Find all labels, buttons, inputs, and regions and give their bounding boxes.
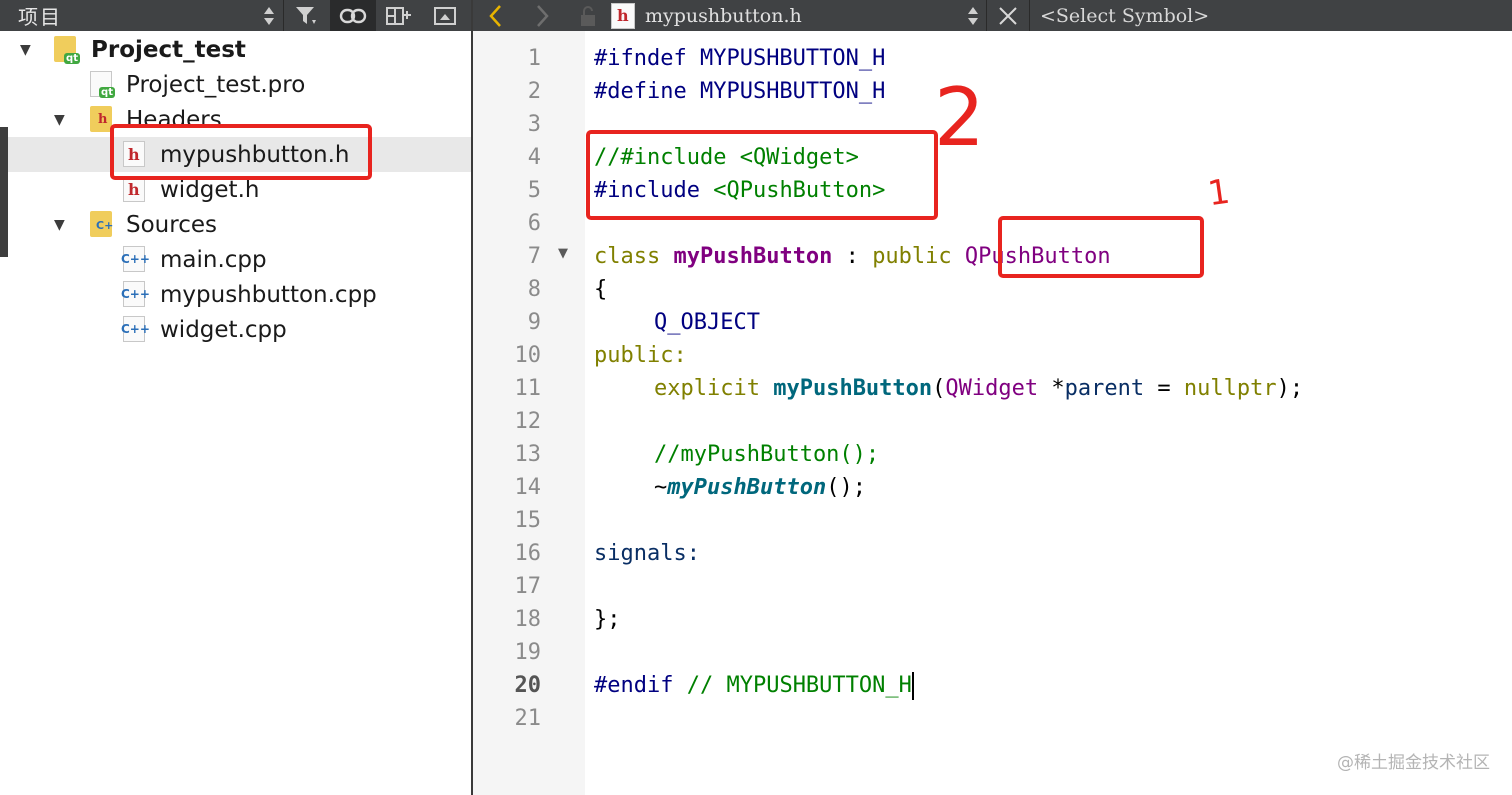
code-line: #ifndef MYPUSHBUTTON_H — [594, 46, 886, 71]
line-number: 21 — [514, 706, 542, 731]
filter-icon[interactable] — [284, 0, 330, 31]
line-number: 13 — [514, 442, 542, 467]
line-number: 7 — [527, 244, 541, 269]
close-document-icon[interactable] — [987, 0, 1029, 31]
lock-icon — [565, 0, 611, 31]
header-file-icon: h — [611, 2, 635, 29]
line-number: 17 — [514, 574, 542, 599]
line-number: 18 — [514, 607, 542, 632]
line-number: 9 — [527, 310, 541, 335]
line-number: 6 — [527, 211, 541, 236]
tree-item-label: mypushbutton.cpp — [160, 281, 377, 308]
line-number: 11 — [514, 376, 542, 401]
line-number: 5 — [527, 178, 541, 203]
cpp-file-icon: C++ — [121, 281, 150, 307]
annotation-box-base-class — [998, 216, 1204, 278]
tree-item-label: Project_test — [91, 36, 246, 63]
code-line: { — [594, 277, 608, 302]
close-split-icon[interactable] — [422, 0, 468, 31]
expand-caret-icon[interactable]: ▼ — [20, 42, 31, 58]
tree-item-pro-file[interactable]: qt Project_test.pro — [8, 67, 471, 102]
tree-scrollbar[interactable] — [0, 127, 8, 257]
tree-item-label: Sources — [126, 211, 217, 238]
line-number: 19 — [514, 640, 542, 665]
line-number: 12 — [514, 409, 542, 434]
line-number: 1 — [527, 46, 541, 71]
tree-item-label: Project_test.pro — [126, 71, 306, 98]
expand-caret-icon[interactable]: ▼ — [54, 217, 65, 233]
line-number: 15 — [514, 508, 542, 533]
line-number: 14 — [514, 475, 542, 500]
line-number: 3 — [527, 112, 541, 137]
expand-caret-icon[interactable]: ▼ — [54, 112, 65, 128]
pro-file-icon: qt — [90, 71, 115, 98]
project-panel-title: 项目 — [18, 5, 62, 29]
tree-item-label: widget.cpp — [160, 316, 287, 343]
go-forward-icon[interactable] — [519, 0, 565, 31]
current-file-name: mypushbutton.h — [645, 4, 802, 27]
tree-item-main-cpp[interactable]: C++ main.cpp — [8, 242, 471, 277]
open-documents-updown-icon[interactable] — [960, 5, 986, 27]
line-number: 2 — [527, 79, 541, 104]
link-with-editor-icon[interactable] — [330, 0, 376, 31]
tree-item-widget-cpp[interactable]: C++ widget.cpp — [8, 312, 471, 347]
annotation-number-1: 1 — [1205, 171, 1233, 215]
code-line: }; — [594, 607, 621, 632]
fold-marker-icon[interactable]: ▼ — [558, 246, 568, 261]
symbol-selector[interactable]: <Select Symbol> — [1030, 5, 1209, 27]
line-number: 10 — [514, 343, 542, 368]
code-line: Q_OBJECT — [654, 310, 760, 335]
code-line: #define MYPUSHBUTTON_H — [594, 79, 886, 104]
headers-folder-icon: h — [90, 106, 112, 132]
tree-item-project[interactable]: ▼ qt Project_test — [8, 32, 471, 67]
editor-toolbar: h mypushbutton.h <Select Symbol> — [473, 0, 1512, 31]
line-number: 16 — [514, 541, 542, 566]
annotation-box-file — [110, 124, 372, 180]
code-line-current: #endif // MYPUSHBUTTON_H — [594, 672, 914, 700]
project-folder-icon: qt — [54, 36, 80, 64]
panel-switch-updown-icon[interactable] — [255, 0, 283, 31]
cpp-file-icon: C++ — [121, 316, 150, 342]
line-number: 8 — [527, 277, 541, 302]
cpp-file-icon: C++ — [121, 246, 150, 272]
code-line: explicit myPushButton(QWidget *parent = … — [654, 376, 1304, 401]
line-number: 4 — [527, 145, 541, 170]
project-panel-toolbar: 项目 — [0, 0, 471, 31]
annotation-number-2: 2 — [934, 71, 985, 164]
tree-item-sources[interactable]: ▼ C+ Sources — [8, 207, 471, 242]
tree-item-label: main.cpp — [160, 246, 267, 273]
code-line: public: — [594, 343, 687, 368]
split-add-icon[interactable] — [376, 0, 422, 31]
sources-folder-icon: C+ — [90, 211, 113, 237]
text-cursor — [911, 672, 914, 700]
go-back-icon[interactable] — [473, 0, 519, 31]
code-line: signals: — [594, 541, 700, 566]
code-line: //myPushButton(); — [654, 442, 880, 467]
annotation-box-includes — [586, 130, 938, 220]
tree-item-label: widget.h — [160, 176, 260, 203]
code-line: ~myPushButton(); — [654, 475, 866, 500]
watermark: @稀土掘金技术社区 — [1337, 753, 1490, 773]
tree-item-mypushbutton-cpp[interactable]: C++ mypushbutton.cpp — [8, 277, 471, 312]
line-number-current: 20 — [514, 673, 542, 698]
